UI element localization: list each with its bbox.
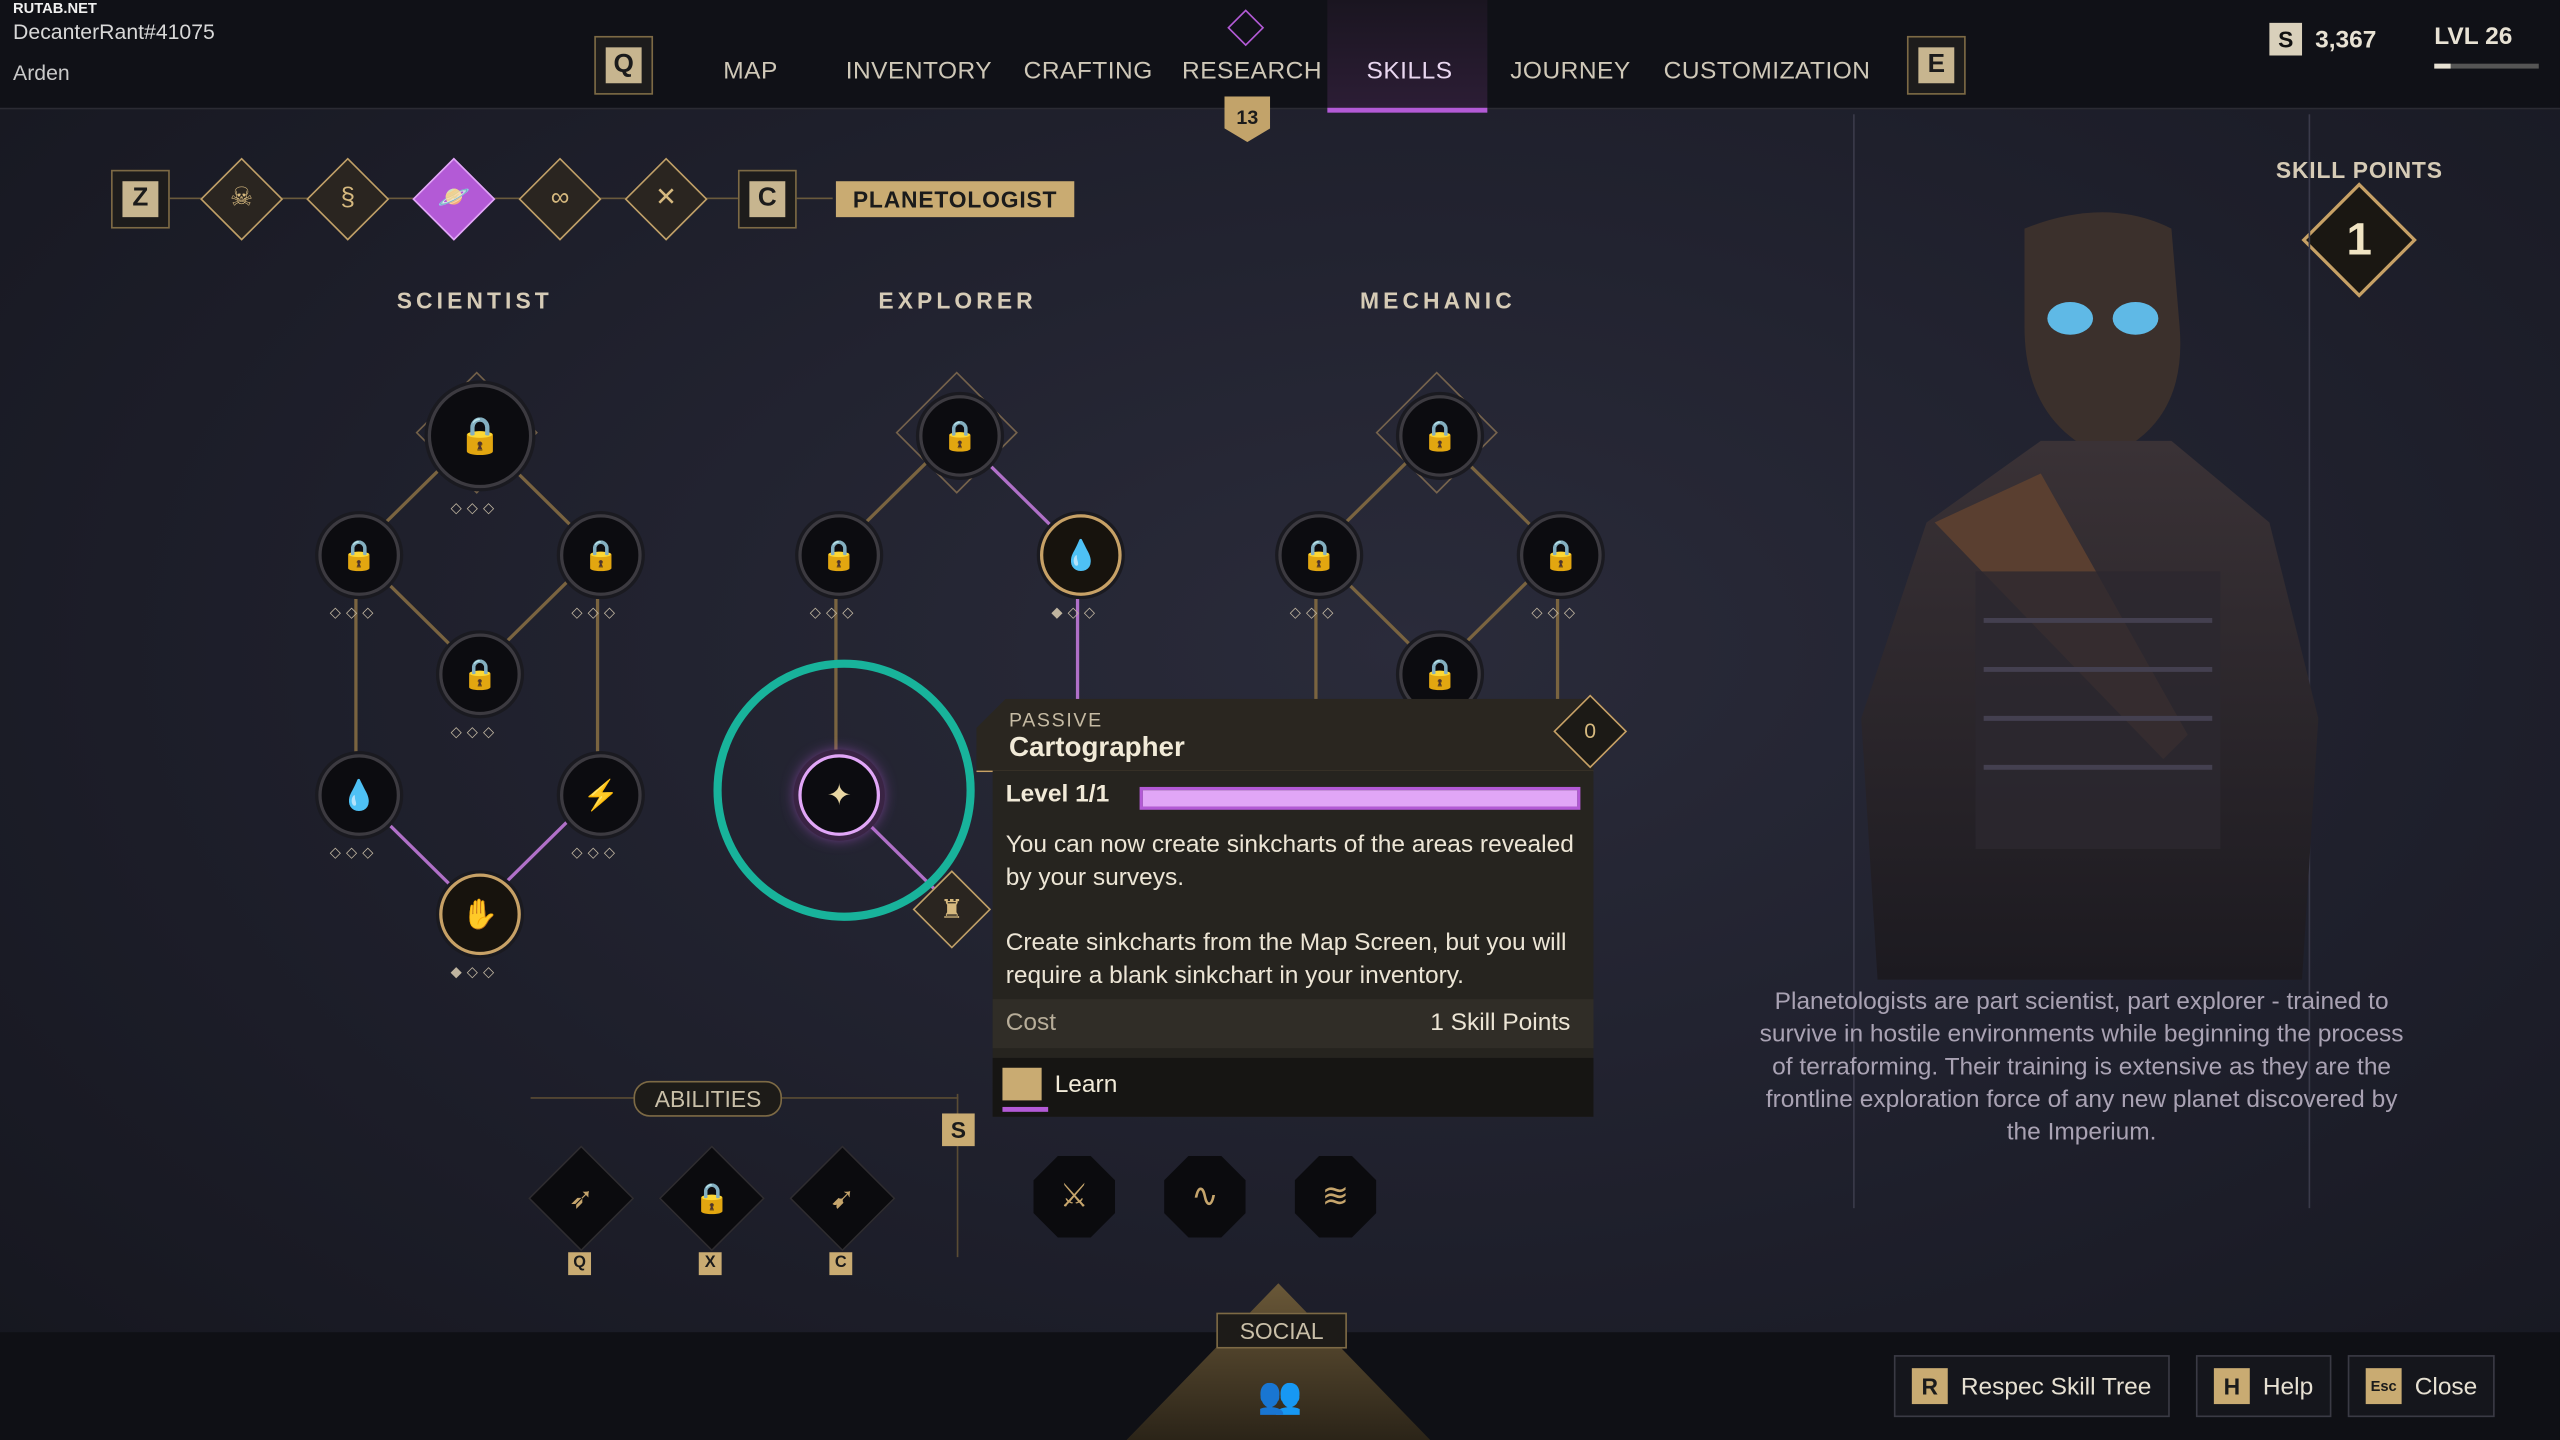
tooltip-level-fill [1142, 790, 1578, 807]
city-icon: ♜ [940, 897, 964, 925]
lock-icon: 🔒 [1300, 537, 1338, 571]
character-portrait [1861, 212, 2319, 980]
respec-label: Respec Skill Tree [1960, 1372, 2152, 1400]
skill-node-mechanic-2b[interactable]: 🔒 [1519, 514, 1602, 596]
close-key: Esc [2365, 1368, 2402, 1405]
tooltip-description-2: Create sinkcharts from the Map Screen, b… [1005, 928, 1567, 990]
skill-node-scientist-5[interactable]: ✋ [439, 873, 521, 956]
skill-node-cartographer[interactable]: ✦ [798, 754, 880, 836]
vitals-icon: ∿ [1191, 1178, 1219, 1215]
node-rank-dots: ◇◇◇ [1289, 604, 1339, 621]
tooltip-level-bar [1139, 786, 1581, 810]
skill-node-explorer-2b[interactable]: 💧 [1039, 514, 1122, 596]
ability-key-x: X [698, 1252, 722, 1276]
tooltip-description: You can now create sinkcharts of the are… [1005, 831, 1574, 892]
close-button[interactable]: Esc Close [2347, 1355, 2496, 1418]
learn-label: Learn [1054, 1071, 1118, 1099]
close-label: Close [2414, 1372, 2478, 1400]
ability-key-c: C [829, 1252, 853, 1276]
node-rank-dots: ◇◇◇ [571, 844, 621, 861]
skill-node-explorer-root[interactable]: 🔒 [919, 395, 1001, 477]
skill-node-mechanic-root[interactable]: 🔒 [1399, 395, 1481, 477]
abilities-label: ABILITIES [633, 1080, 783, 1117]
lock-icon: 🔒 [1542, 537, 1580, 571]
skill-tooltip: PASSIVE Cartographer Level 1/1 You can n… [976, 698, 1594, 1117]
tooltip-cost-label: Cost [1005, 1008, 1057, 1037]
skill-node-scientist-3[interactable]: 🔒 [439, 633, 521, 716]
technique-slot-2[interactable]: ∿ [1164, 1155, 1246, 1238]
lightning-icon: ⚡ [582, 777, 620, 811]
node-rank-dots: ◇◇◇ [1531, 604, 1581, 621]
learn-key-icon [1002, 1067, 1042, 1101]
node-rank-dots: ◆◇◇ [1051, 604, 1101, 621]
skill-node-scientist-2a[interactable]: 🔒 [318, 514, 400, 596]
dash-icon: ➶ [568, 1182, 594, 1215]
skill-node-explorer-2a[interactable]: 🔒 [798, 514, 880, 596]
water-icon: 💧 [340, 777, 378, 811]
social-label: SOCIAL [1216, 1312, 1347, 1349]
group-icon: 👥 [1257, 1374, 1303, 1416]
tooltip-cost-value: 1 Skill Points [1430, 1008, 1571, 1037]
ability-key-q: Q [568, 1252, 592, 1276]
tooltip-header: PASSIVE Cartographer [976, 698, 1594, 773]
lock-icon: 🔒 [941, 418, 979, 452]
help-key: H [2213, 1368, 2250, 1405]
lock-icon: 🔒 [1421, 657, 1459, 690]
tooltip-skill-name: Cartographer [1008, 731, 1185, 763]
respec-skill-tree-button[interactable]: R Respec Skill Tree [1893, 1355, 2170, 1418]
water-drop-icon: 💧 [1062, 537, 1100, 571]
node-rank-dots: ◇◇◇ [450, 499, 500, 516]
skills-screen: RUTAB.NET DecanterRant#41075 Arden Q MAP… [0, 0, 2560, 1440]
lock-icon: 🔒 [457, 414, 503, 456]
blades-icon: ⚔ [1059, 1178, 1089, 1215]
lock-icon: 🔒 [461, 657, 499, 690]
lock-icon: 🔒 [820, 537, 858, 571]
skill-node-mechanic-2a[interactable]: 🔒 [1278, 514, 1360, 596]
learn-key-underline [1002, 1106, 1049, 1112]
compass-icon: ✦ [826, 777, 852, 811]
skill-node-scientist-2b[interactable]: 🔒 [559, 514, 642, 596]
help-label: Help [2262, 1372, 2314, 1400]
node-rank-dots: ◇◇◇ [450, 723, 500, 740]
skill-node-scientist-root[interactable]: 🔒 [427, 383, 533, 489]
leap-icon: ➹ [830, 1182, 855, 1215]
lock-icon: 🔒 [1421, 418, 1459, 452]
class-description: Planetologists are part scientist, part … [1759, 987, 2404, 1147]
lock-icon: 🔒 [582, 537, 620, 571]
node-rank-dots: ◇◇◇ [329, 604, 379, 621]
node-rank-dots: ◇◇◇ [571, 604, 621, 621]
help-button[interactable]: H Help [2195, 1355, 2332, 1418]
wind-icon: ≋ [1321, 1178, 1350, 1215]
tooltip-level: Level 1/1 [1005, 780, 1110, 809]
lock-icon: 🔒 [693, 1182, 731, 1215]
tooltip-skill-type: PASSIVE [1008, 708, 1103, 732]
node-rank-dots: ◇◇◇ [329, 844, 379, 861]
lock-icon: 🔒 [340, 537, 378, 571]
skill-node-scientist-4a[interactable]: 💧 [318, 754, 400, 836]
techniques-key: S [942, 1113, 975, 1147]
skill-node-scientist-4b[interactable]: ⚡ [559, 754, 642, 836]
node-rank-dots: ◇◇◇ [809, 604, 859, 621]
tooltip-body: Level 1/1 You can now create sinkcharts … [992, 770, 1594, 1117]
upgrade-hand-icon: ✋ [461, 897, 499, 930]
respec-key: R [1911, 1368, 1948, 1405]
node-rank-dots: ◆◇◇ [450, 963, 500, 980]
